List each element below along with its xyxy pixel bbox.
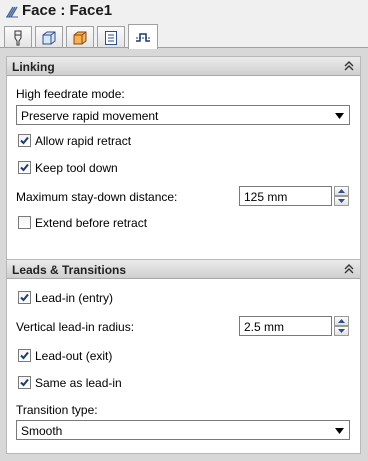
tab-linking[interactable] <box>128 24 158 49</box>
spin-down-button[interactable] <box>334 326 349 336</box>
properties-panel: Linking High feedrate mode: Preserve rap… <box>0 48 368 461</box>
high-feedrate-value: Preserve rapid movement <box>21 109 159 123</box>
linking-section-title: Linking <box>12 60 55 74</box>
keep-tool-down-label: Keep tool down <box>35 161 118 175</box>
max-stay-down-value: 125 mm <box>244 190 288 204</box>
tool-icon <box>14 30 22 45</box>
collapse-chevron-icon[interactable] <box>343 60 355 72</box>
transition-type-label: Transition type: <box>16 403 98 417</box>
linking-icon <box>136 33 150 42</box>
same-as-lead-in-checkbox[interactable] <box>18 376 31 389</box>
lead-in-label: Lead-in (entry) <box>35 291 114 305</box>
vertical-lead-in-value: 2.5 mm <box>244 320 285 334</box>
leads-section-title: Leads & Transitions <box>12 263 127 277</box>
face-toolpath-icon <box>6 6 18 18</box>
lead-out-checkbox[interactable] <box>18 349 31 362</box>
high-feedrate-label: High feedrate mode: <box>16 87 125 101</box>
tab-bar <box>0 24 368 49</box>
dropdown-arrow-icon <box>335 428 344 434</box>
keep-tool-down-checkbox[interactable] <box>18 161 31 174</box>
transition-type-value: Smooth <box>21 424 63 438</box>
spin-down-button[interactable] <box>334 196 349 206</box>
checkmark-icon <box>20 163 29 172</box>
spin-up-button[interactable] <box>334 316 349 326</box>
transition-type-dropdown[interactable]: Smooth <box>16 420 350 440</box>
leads-section: Leads & Transitions Lead-in (entry) Vert… <box>6 259 361 454</box>
stock-box-icon <box>73 31 87 44</box>
checkmark-icon <box>20 351 29 360</box>
vertical-lead-in-spinner <box>334 316 349 336</box>
same-as-lead-in-label: Same as lead-in <box>35 376 122 390</box>
vertical-lead-in-label: Vertical lead-in radius: <box>16 320 135 334</box>
tab-passes[interactable] <box>97 26 125 48</box>
vertical-lead-in-field[interactable]: 2.5 mm <box>239 316 332 336</box>
tab-tool[interactable] <box>4 26 32 48</box>
collapse-chevron-icon[interactable] <box>343 263 355 275</box>
lead-in-checkbox[interactable] <box>18 291 31 304</box>
high-feedrate-dropdown[interactable]: Preserve rapid movement <box>16 105 350 125</box>
max-stay-down-spinner <box>334 186 349 206</box>
tab-geometry[interactable] <box>35 26 63 48</box>
cube-icon <box>42 31 56 44</box>
dropdown-arrow-icon <box>335 113 344 119</box>
allow-rapid-retract-label: Allow rapid retract <box>35 134 132 148</box>
checkmark-icon <box>20 378 29 387</box>
window-title: Face : Face1 <box>22 2 113 19</box>
extend-before-retract-checkbox[interactable] <box>18 216 31 229</box>
lead-out-label: Lead-out (exit) <box>35 349 113 363</box>
window-titlebar: Face : Face1 <box>0 0 368 24</box>
leads-section-header[interactable]: Leads & Transitions <box>7 260 360 279</box>
spin-down-icon <box>338 199 345 203</box>
linking-section: Linking High feedrate mode: Preserve rap… <box>6 56 361 261</box>
allow-rapid-retract-checkbox[interactable] <box>18 134 31 147</box>
checkmark-icon <box>20 136 29 145</box>
notes-icon <box>105 30 117 45</box>
checkmark-icon <box>20 293 29 302</box>
spin-down-icon <box>338 329 345 333</box>
tab-stock[interactable] <box>66 26 94 48</box>
max-stay-down-field[interactable]: 125 mm <box>239 186 332 206</box>
max-stay-down-label: Maximum stay-down distance: <box>16 190 178 204</box>
spin-up-icon <box>338 319 345 323</box>
extend-before-retract-label: Extend before retract <box>35 216 148 230</box>
linking-section-header[interactable]: Linking <box>7 57 360 76</box>
spin-up-button[interactable] <box>334 186 349 196</box>
spin-up-icon <box>338 189 345 193</box>
